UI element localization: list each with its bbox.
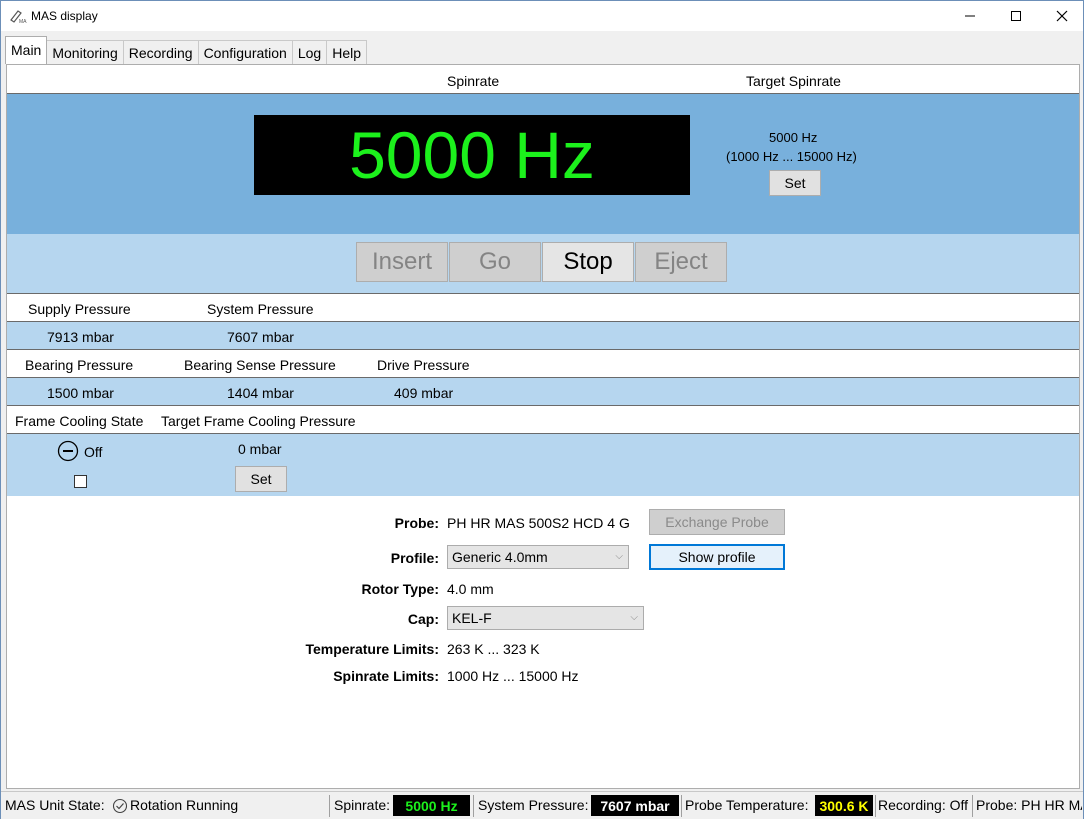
title-bar: MAS MAS display bbox=[1, 1, 1083, 31]
spinrate-header-label: Spinrate bbox=[447, 73, 500, 89]
minimize-button[interactable] bbox=[947, 1, 993, 31]
drive-pressure-label: Drive Pressure bbox=[377, 357, 470, 373]
temperature-limits-value: 263 K ... 323 K bbox=[447, 641, 540, 657]
frame-cooling-state-label: Frame Cooling State bbox=[15, 413, 144, 429]
minimize-icon bbox=[965, 15, 975, 17]
probe-label: Probe: bbox=[394, 515, 439, 531]
frame-cooling-checkbox[interactable] bbox=[74, 475, 87, 488]
spinrate-display: 5000 Hz bbox=[254, 115, 690, 195]
target-spinrate-value: 5000 Hz bbox=[769, 130, 818, 145]
bearing-sense-pressure-value: 1404 mbar bbox=[227, 385, 294, 401]
pressure-header-1: Supply Pressure System Pressure bbox=[7, 294, 1079, 322]
rotor-type-label: Rotor Type: bbox=[361, 581, 439, 597]
status-probe-clip: Probe: PH HR MAS 500S2 HCD 4 G bbox=[975, 792, 1082, 820]
drive-pressure-value: 409 mbar bbox=[394, 385, 454, 401]
spinrate-limits-label: Spinrate Limits: bbox=[333, 668, 439, 684]
status-system-pressure-label: System Pressure: bbox=[478, 797, 589, 813]
unit-state-value: Rotation Running bbox=[130, 797, 239, 813]
bearing-pressure-value: 1500 mbar bbox=[47, 385, 114, 401]
target-spinrate-range: (1000 Hz ... 15000 Hz) bbox=[726, 149, 857, 164]
eject-button[interactable]: Eject bbox=[635, 242, 727, 282]
spinrate-panel: 5000 Hz 5000 Hz (1000 Hz ... 15000 Hz) S… bbox=[7, 94, 1079, 234]
probe-value: PH HR MAS 500S2 HCD 4 G bbox=[447, 515, 630, 531]
check-circle-icon bbox=[112, 798, 128, 814]
app-window: MAS MAS display Main Monitoring Recordin… bbox=[0, 0, 1084, 819]
profile-select[interactable]: Generic 4.0mm ⌵ bbox=[447, 545, 629, 569]
app-icon: MAS bbox=[10, 10, 27, 24]
status-probe-temp-label: Probe Temperature: bbox=[685, 797, 809, 813]
temperature-limits-label: Temperature Limits: bbox=[305, 641, 439, 657]
cap-select[interactable]: KEL-F ⌵ bbox=[447, 606, 644, 630]
status-probe-temp-value: 300.6 K bbox=[815, 795, 873, 816]
tab-configuration[interactable]: Configuration bbox=[197, 40, 293, 64]
set-cooling-pressure-button[interactable]: Set bbox=[235, 466, 287, 492]
tab-log[interactable]: Log bbox=[291, 40, 328, 64]
window-title: MAS display bbox=[31, 9, 98, 23]
status-separator bbox=[329, 795, 330, 817]
maximize-icon bbox=[1011, 11, 1021, 21]
spinrate-limits-value: 1000 Hz ... 15000 Hz bbox=[447, 668, 579, 684]
main-panel: Spinrate Target Spinrate 5000 Hz 5000 Hz… bbox=[6, 64, 1080, 789]
tab-help[interactable]: Help bbox=[326, 40, 367, 64]
bearing-pressure-label: Bearing Pressure bbox=[25, 357, 134, 373]
set-target-spinrate-button[interactable]: Set bbox=[769, 170, 821, 196]
frame-cooling-state-value: Off bbox=[84, 444, 103, 460]
stop-button[interactable]: Stop bbox=[542, 242, 634, 282]
pressure-values-2: 1500 mbar 1404 mbar 409 mbar bbox=[7, 378, 1079, 406]
profile-select-value: Generic 4.0mm bbox=[452, 549, 548, 565]
cap-select-value: KEL-F bbox=[452, 610, 492, 626]
tab-recording[interactable]: Recording bbox=[122, 40, 199, 64]
tab-monitoring[interactable]: Monitoring bbox=[46, 40, 124, 64]
cap-label: Cap: bbox=[407, 611, 439, 627]
target-frame-cooling-pressure-label: Target Frame Cooling Pressure bbox=[161, 413, 356, 429]
pressure-header-2: Bearing Pressure Bearing Sense Pressure … bbox=[7, 350, 1079, 378]
bearing-sense-pressure-label: Bearing Sense Pressure bbox=[184, 357, 336, 373]
target-frame-cooling-pressure-value: 0 mbar bbox=[238, 441, 282, 457]
svg-text:MAS: MAS bbox=[19, 19, 27, 24]
go-button[interactable]: Go bbox=[449, 242, 541, 282]
status-separator bbox=[875, 795, 876, 817]
unit-state-label: MAS Unit State: bbox=[5, 797, 105, 813]
status-spinrate-value: 5000 Hz bbox=[393, 795, 470, 816]
cooling-header: Frame Cooling State Target Frame Cooling… bbox=[7, 406, 1079, 434]
spinrate-header: Spinrate Target Spinrate bbox=[7, 65, 1079, 94]
status-separator bbox=[473, 795, 474, 817]
close-button[interactable] bbox=[1039, 1, 1084, 31]
pressure-values-1: 7913 mbar 7607 mbar bbox=[7, 322, 1079, 350]
supply-pressure-label: Supply Pressure bbox=[28, 301, 131, 317]
status-separator bbox=[681, 795, 682, 817]
status-system-pressure-value: 7607 mbar bbox=[591, 795, 679, 816]
off-state-icon bbox=[57, 440, 79, 462]
exchange-probe-button[interactable]: Exchange Probe bbox=[649, 509, 785, 535]
tab-main[interactable]: Main bbox=[5, 36, 48, 64]
probe-info-panel: Probe: PH HR MAS 500S2 HCD 4 G Exchange … bbox=[7, 496, 1079, 788]
status-probe: Probe: PH HR MAS 500S2 HCD 4 G bbox=[976, 797, 1082, 813]
rotor-type-value: 4.0 mm bbox=[447, 581, 494, 597]
show-profile-button[interactable]: Show profile bbox=[649, 544, 785, 570]
action-button-panel: Insert Go Stop Eject bbox=[7, 234, 1079, 294]
chevron-down-icon: ⌵ bbox=[615, 551, 623, 562]
tab-bar: Main Monitoring Recording Configuration … bbox=[5, 36, 367, 64]
status-bar: MAS Unit State: Rotation Running Spinrat… bbox=[1, 791, 1083, 819]
status-separator bbox=[972, 795, 973, 817]
status-recording: Recording: Off bbox=[878, 797, 969, 813]
close-icon bbox=[1056, 10, 1068, 22]
status-spinrate-label: Spinrate: bbox=[334, 797, 391, 813]
insert-button[interactable]: Insert bbox=[356, 242, 448, 282]
chevron-down-icon: ⌵ bbox=[630, 612, 638, 623]
profile-label: Profile: bbox=[390, 550, 439, 566]
target-spinrate-header-label: Target Spinrate bbox=[746, 73, 841, 89]
system-pressure-label: System Pressure bbox=[207, 301, 314, 317]
maximize-button[interactable] bbox=[993, 1, 1039, 31]
cooling-panel: Off 0 mbar Set bbox=[7, 434, 1079, 496]
supply-pressure-value: 7913 mbar bbox=[47, 329, 114, 345]
system-pressure-value: 7607 mbar bbox=[227, 329, 294, 345]
